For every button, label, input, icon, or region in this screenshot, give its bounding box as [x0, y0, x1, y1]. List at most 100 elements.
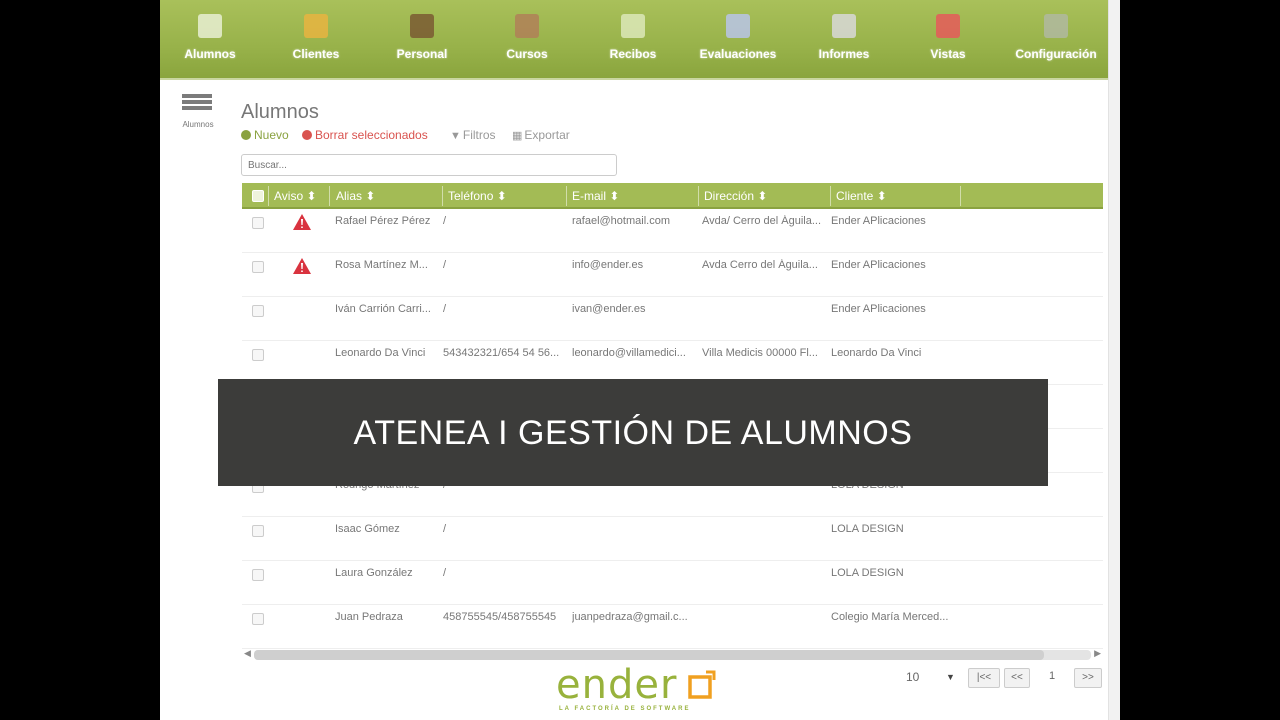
nav-item-label: Informes	[818, 47, 870, 61]
cell-email: ivan@ender.es	[572, 303, 646, 315]
nav-item-5[interactable]: Recibos	[583, 0, 683, 78]
cell-email: juanpedraza@gmail.c...	[572, 611, 688, 623]
grid-icon: ▦	[512, 130, 523, 142]
sidebar-label: Alumnos	[182, 120, 214, 129]
column-header[interactable]: Teléfono ⬍	[448, 189, 507, 203]
nav-item-7[interactable]: Informes	[794, 0, 894, 78]
column-header[interactable]: E-mail ⬍	[572, 189, 619, 203]
caret-down-icon[interactable]: ▼	[946, 672, 955, 682]
cell-alias: Rosa Martínez M...	[335, 259, 428, 271]
column-separator	[329, 186, 330, 206]
column-separator	[566, 186, 567, 206]
table-row[interactable]: Juan Pedraza 458755545/458755545 juanpedra…	[242, 605, 1103, 649]
cell-client: Ender APlicaciones	[831, 259, 926, 271]
row-checkbox[interactable]	[252, 305, 264, 317]
delete-selected-button[interactable]: Borrar seleccionados	[302, 128, 428, 142]
banner-title: ATENEA I GESTIÓN DE ALUMNOS	[353, 414, 913, 452]
cell-client: Ender APlicaciones	[831, 215, 926, 227]
nav-item-1[interactable]: Alumnos	[160, 0, 260, 78]
delete-selected-label: Borrar seleccionados	[315, 128, 428, 142]
row-checkbox[interactable]	[252, 525, 264, 537]
new-button-label: Nuevo	[254, 128, 289, 142]
nav-item-label: Personal	[396, 47, 448, 61]
column-separator	[960, 186, 961, 206]
table-row[interactable]: Rosa Martínez M... / info@ender.es Avda Cer…	[242, 253, 1103, 297]
row-checkbox[interactable]	[252, 217, 264, 229]
cell-phone: /	[443, 303, 447, 315]
column-header[interactable]: Cliente ⬍	[836, 189, 887, 203]
column-separator	[830, 186, 831, 206]
cell-email: info@ender.es	[572, 259, 644, 271]
filter-icon: ▼	[450, 130, 461, 142]
ender-logo-mark-icon	[688, 670, 716, 699]
evaluations-icon	[726, 14, 750, 38]
cell-alias: Isaac Gómez	[335, 523, 400, 535]
table-row[interactable]: Iván Carrión Carri... / ivan@ender.es Ender…	[242, 297, 1103, 341]
select-all-checkbox[interactable]	[252, 190, 264, 202]
table-row[interactable]: Isaac Gómez / LOLA DESIGN	[242, 517, 1103, 561]
column-separator	[268, 186, 269, 206]
plus-circle-icon	[241, 130, 251, 140]
staff-briefcase-icon	[410, 14, 434, 38]
column-header[interactable]: Aviso ⬍	[274, 189, 317, 203]
row-checkbox[interactable]	[252, 569, 264, 581]
cell-client: Leonardo Da Vinci	[831, 347, 922, 359]
minus-circle-icon	[302, 130, 312, 140]
nav-item-2[interactable]: Clientes	[266, 0, 366, 78]
export-button[interactable]: ▦ Exportar	[512, 128, 570, 142]
nav-item-label: Cursos	[506, 47, 548, 61]
cell-client: Colegio María Merced...	[831, 611, 949, 623]
horizontal-scrollbar[interactable]: ◀ ▶	[242, 648, 1103, 662]
row-checkbox[interactable]	[252, 349, 264, 361]
column-header[interactable]: Alias ⬍	[336, 189, 375, 203]
cell-client: LOLA DESIGN	[831, 523, 904, 535]
cell-alias: Laura González	[335, 567, 413, 579]
nav-item-8[interactable]: Vistas	[898, 0, 998, 78]
first-page-button[interactable]: |<<	[968, 668, 1000, 688]
nav-item-3[interactable]: Personal	[372, 0, 472, 78]
clients-icon	[304, 14, 328, 38]
scroll-left-arrow-icon[interactable]: ◀	[244, 648, 251, 659]
nav-item-label: Configuración	[1015, 47, 1097, 61]
nav-item-6[interactable]: Evaluaciones	[688, 0, 788, 78]
receipts-money-icon	[621, 14, 645, 38]
nav-item-9[interactable]: Configuración	[1006, 0, 1106, 78]
courses-book-icon	[515, 14, 539, 38]
new-button[interactable]: Nuevo	[241, 128, 289, 142]
search-input[interactable]	[241, 154, 617, 176]
top-navigation-bar: Alumnos Clientes Personal Cursos Recibos Eval…	[160, 0, 1108, 80]
next-page-button[interactable]: >>	[1074, 668, 1102, 688]
views-window-icon	[936, 14, 960, 38]
cell-phone: 458755545/458755545	[443, 611, 557, 623]
warning-icon	[293, 214, 311, 230]
previous-page-button[interactable]: <<	[1004, 668, 1030, 688]
current-page-number[interactable]: 1	[1049, 670, 1055, 682]
nav-item-label: Recibos	[609, 47, 657, 61]
cell-phone: 543432321/654 54 56...	[443, 347, 560, 359]
reports-printer-icon	[832, 14, 856, 38]
vertical-scrollbar[interactable]	[1108, 0, 1120, 720]
settings-gear-icon	[1044, 14, 1068, 38]
ender-logo-text: ender	[556, 662, 678, 708]
page-title: Alumnos	[241, 101, 319, 123]
row-checkbox[interactable]	[252, 613, 264, 625]
warning-icon	[293, 258, 311, 274]
table-row[interactable]: Rafael Pérez Pérez / rafael@hotmail.com Avd…	[242, 209, 1103, 253]
per-page-select[interactable]: 10	[906, 670, 919, 684]
row-checkbox[interactable]	[252, 261, 264, 273]
cell-phone: /	[443, 523, 447, 535]
column-header[interactable]: Dirección ⬍	[704, 189, 767, 203]
export-label: Exportar	[524, 128, 570, 142]
students-icon	[198, 14, 222, 38]
cell-address: Avda Cerro del Águila...	[702, 259, 818, 271]
nav-item-4[interactable]: Cursos	[477, 0, 577, 78]
scroll-thumb[interactable]	[254, 650, 1044, 660]
nav-item-label: Evaluaciones	[699, 47, 777, 61]
list-icon[interactable]	[182, 94, 212, 116]
table-row[interactable]: Laura González / LOLA DESIGN	[242, 561, 1103, 605]
scroll-right-arrow-icon[interactable]: ▶	[1094, 648, 1101, 659]
filters-button[interactable]: ▼ Filtros	[450, 128, 496, 142]
nav-item-label: Alumnos	[184, 47, 236, 61]
nav-item-label: Vistas	[930, 47, 966, 61]
column-separator	[698, 186, 699, 206]
